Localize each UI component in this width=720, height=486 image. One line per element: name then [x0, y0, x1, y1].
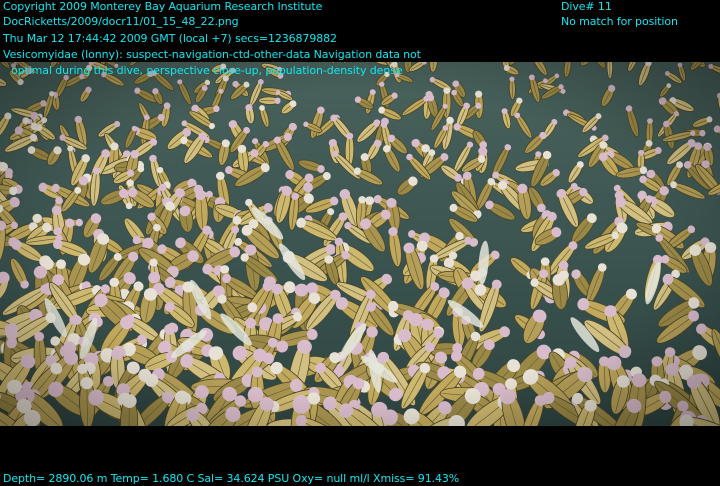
- video-frame: Copyright 2009 Monterey Bay Aquarium Res…: [0, 0, 720, 486]
- dive-number-text: Dive# 11: [561, 0, 612, 13]
- seafloor-clam-bed-image: [0, 62, 720, 426]
- annotation-line-1: Vesicomyidae (lonny): suspect-navigation…: [3, 48, 421, 61]
- file-path-text: DocRicketts/2009/docr11/01_15_48_22.png: [3, 15, 239, 28]
- copyright-text: Copyright 2009 Monterey Bay Aquarium Res…: [3, 0, 323, 13]
- annotation-line-2: optimal during this dive, perspective cl…: [11, 64, 403, 77]
- position-status-text: No match for position: [561, 15, 678, 28]
- timestamp-text: Thu Mar 12 17:44:42 2009 GMT (local +7) …: [3, 32, 337, 45]
- telemetry-text: Depth= 2890.06 m Temp= 1.680 C Sal= 34.6…: [3, 472, 460, 485]
